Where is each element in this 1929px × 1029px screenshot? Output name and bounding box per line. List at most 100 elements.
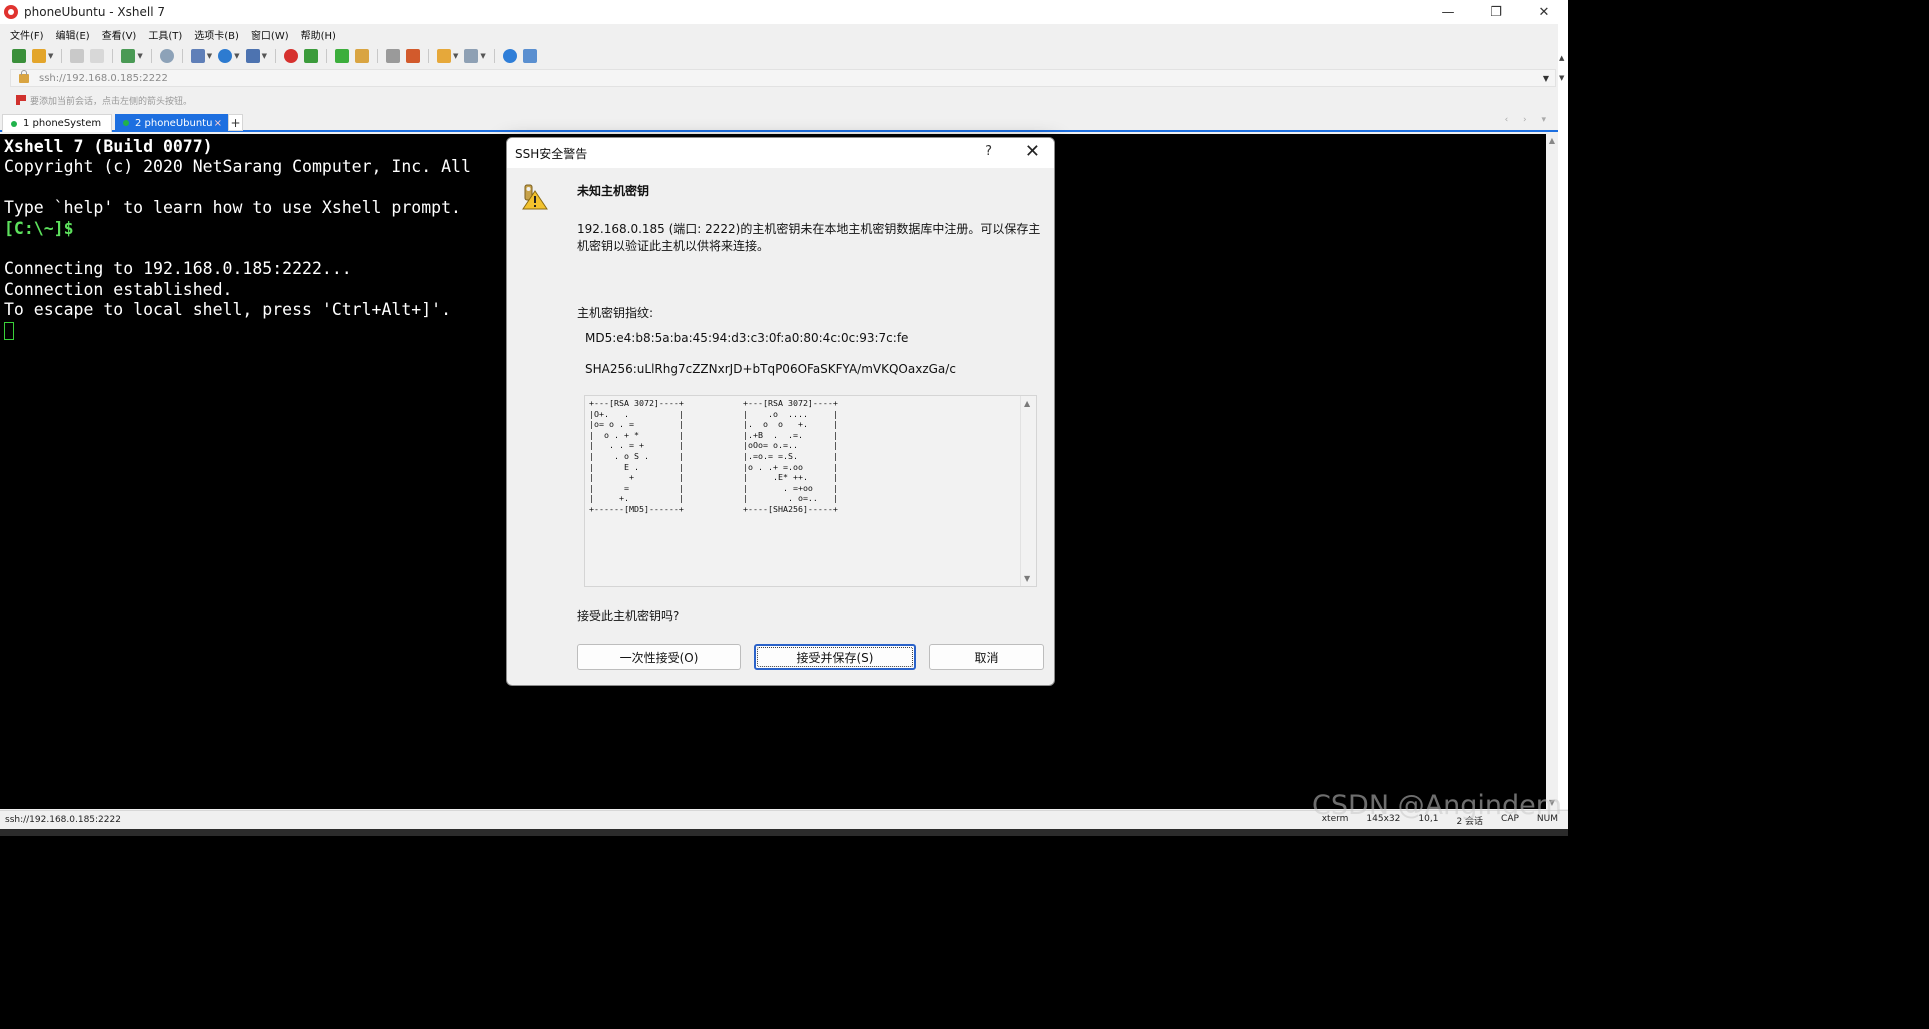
scroll-down-icon[interactable]: ▼ <box>1024 574 1030 583</box>
sha256-randomart: +---[RSA 3072]----+ | .o .... | |. o o +… <box>743 398 838 514</box>
terminal-cursor <box>4 322 14 341</box>
keyboard-icon[interactable] <box>385 49 400 63</box>
dialog-close-button[interactable]: ✕ <box>1025 141 1040 162</box>
layout-dropdown-icon[interactable]: ▼ <box>480 52 485 60</box>
tab-close-icon[interactable]: × <box>214 118 222 129</box>
highlight-icon[interactable] <box>405 49 420 63</box>
menu-window[interactable]: 窗口(W) <box>251 27 289 42</box>
globe-icon[interactable] <box>218 49 233 63</box>
tab-bar: 1 phoneSystem 2 phoneUbuntu × + ‹ › ▾ <box>0 113 1558 132</box>
accept-and-save-button[interactable]: 接受并保存(S) <box>754 644 916 670</box>
open-dropdown-icon[interactable]: ▼ <box>48 52 53 60</box>
dialog-help-button[interactable]: ? <box>985 144 992 159</box>
new-session-icon[interactable] <box>12 49 26 63</box>
tab-label: 1 phoneSystem <box>23 118 102 129</box>
tab-phone-system[interactable]: 1 phoneSystem <box>2 114 112 132</box>
close-button[interactable]: ✕ <box>1520 0 1568 24</box>
toolbar-separator <box>376 49 378 63</box>
menu-help[interactable]: 帮助(H) <box>301 27 336 42</box>
menu-bar: 文件(F) 编辑(E) 查看(V) 工具(T) 选项卡(B) 窗口(W) 帮助(… <box>0 24 1558 44</box>
taskbar-strip <box>0 829 1568 836</box>
open-folder-icon[interactable] <box>32 49 46 63</box>
title-bar: phoneUbuntu - Xshell 7 — ❐ ✕ <box>0 0 1568 24</box>
toolbar-separator <box>493 49 495 63</box>
chat-icon[interactable] <box>522 49 537 63</box>
randomart-scrollbar[interactable]: ▲ ▼ <box>1020 396 1036 586</box>
toolbar-separator <box>61 49 63 63</box>
new-tab-button[interactable]: + <box>228 114 243 131</box>
scroll-up-icon[interactable]: ▲ <box>1559 54 1564 62</box>
tab-phone-ubuntu[interactable]: 2 phoneUbuntu × <box>115 114 228 132</box>
window-title: phoneUbuntu - Xshell 7 <box>24 5 166 19</box>
reconnect-icon[interactable] <box>121 49 136 63</box>
reconnect-dropdown-icon[interactable]: ▼ <box>137 52 142 60</box>
ssh-security-warning-dialog: SSH安全警告 ? ✕ 未知主机密钥 192.168.0.185 (端口: 22… <box>506 137 1055 686</box>
xshell-icon[interactable] <box>283 49 298 63</box>
connected-status-icon <box>11 120 17 127</box>
tab-label: 2 phoneUbuntu <box>135 117 213 129</box>
cancel-button[interactable]: 取消 <box>929 644 1044 670</box>
tab-navigation[interactable]: ‹ › ▾ <box>1505 115 1552 125</box>
toolbar-separator <box>150 49 152 63</box>
terminal-line: Xshell 7 (Build 0077) <box>4 137 213 156</box>
md5-fingerprint: MD5:e4:b8:5a:ba:45:94:d3:c3:0f:a0:80:4c:… <box>585 331 909 345</box>
layout-icon[interactable] <box>464 49 479 63</box>
font-icon[interactable] <box>245 49 260 63</box>
terminal-line: Copyright (c) 2020 NetSarang Computer, I… <box>4 157 471 177</box>
help-icon[interactable] <box>502 49 517 63</box>
font-dropdown-icon[interactable]: ▼ <box>262 52 267 60</box>
lock-icon <box>19 69 29 83</box>
terminal-line: To escape to local shell, press 'Ctrl+Al… <box>4 300 452 320</box>
status-connection: ssh://192.168.0.185:2222 <box>5 815 121 825</box>
address-bar[interactable]: ssh://192.168.0.185:2222 ▼ <box>10 69 1556 87</box>
menu-file[interactable]: 文件(F) <box>10 27 44 42</box>
hint-bar: 要添加当前会话，点击左侧的箭头按钮。 <box>10 92 192 108</box>
properties-icon[interactable] <box>190 49 205 63</box>
dialog-title: SSH安全警告 <box>515 146 588 161</box>
menu-tools[interactable]: 工具(T) <box>148 27 182 42</box>
accept-once-button[interactable]: 一次性接受(O) <box>577 644 741 670</box>
warning-key-icon <box>522 184 548 210</box>
restore-button[interactable]: ❐ <box>1472 0 1520 24</box>
hint-text: 要添加当前会话，点击左侧的箭头按钮。 <box>30 96 193 107</box>
minimize-button[interactable]: — <box>1424 0 1472 24</box>
watermark: CSDN @Angindem <box>1312 790 1562 821</box>
address-input[interactable]: ssh://192.168.0.185:2222 <box>39 73 168 84</box>
xftp-icon[interactable] <box>303 49 318 63</box>
terminal-scrollbar[interactable]: ▲ ▼ <box>1546 134 1558 809</box>
toolbar: ▼ ▼ ▼ ▼ ▼ ▼ ▼ <box>0 45 1558 67</box>
randomart-box[interactable]: +---[RSA 3072]----+ |O+. . | |o= o . = |… <box>584 395 1037 587</box>
toolbar-separator <box>274 49 276 63</box>
scroll-down-icon[interactable]: ▼ <box>1559 74 1564 82</box>
lock-icon[interactable] <box>354 49 369 63</box>
connected-status-icon <box>123 120 129 126</box>
dialog-message: 192.168.0.185 (端口: 2222)的主机密钥未在本地主机密钥数据库… <box>577 222 1041 253</box>
fullscreen-icon[interactable] <box>334 49 349 63</box>
menu-tabs[interactable]: 选项卡(B) <box>194 27 239 42</box>
transfer-icon[interactable] <box>436 49 451 63</box>
connect-icon[interactable] <box>70 49 85 63</box>
bookmark-arrow-icon[interactable] <box>16 95 26 105</box>
menu-edit[interactable]: 编辑(E) <box>56 27 90 42</box>
terminal-line: Connection established. <box>4 279 233 299</box>
right-edge-strip: ▲ ▼ <box>1558 24 1568 809</box>
xshell-logo-icon <box>4 5 18 19</box>
toolbar-separator <box>325 49 327 63</box>
scroll-up-icon[interactable]: ▲ <box>1024 399 1030 408</box>
transfer-dropdown-icon[interactable]: ▼ <box>453 52 458 60</box>
terminal-line: Type `help' to learn how to use Xshell p… <box>4 198 461 218</box>
terminal-prompt: [C:\~]$ <box>4 218 74 238</box>
fingerprint-label: 主机密钥指纹: <box>577 306 654 320</box>
properties-dropdown-icon[interactable]: ▼ <box>207 52 212 60</box>
sha256-fingerprint: SHA256:uLlRhg7cZZNxrJD+bTqP06OFaSKFYA/mV… <box>585 362 956 376</box>
md5-randomart: +---[RSA 3072]----+ |O+. . | |o= o . = |… <box>589 398 684 514</box>
chevron-down-icon[interactable]: ▼ <box>1543 74 1549 83</box>
globe-dropdown-icon[interactable]: ▼ <box>234 52 239 60</box>
scroll-up-icon[interactable]: ▲ <box>1546 136 1558 145</box>
accept-question: 接受此主机密钥吗? <box>577 609 680 623</box>
search-icon[interactable] <box>159 49 174 63</box>
xshell-window: phoneUbuntu - Xshell 7 — ❐ ✕ 文件(F) 编辑(E)… <box>0 0 1568 836</box>
toolbar-separator <box>112 49 114 63</box>
disconnect-icon[interactable] <box>90 49 105 63</box>
menu-view[interactable]: 查看(V) <box>102 27 137 42</box>
